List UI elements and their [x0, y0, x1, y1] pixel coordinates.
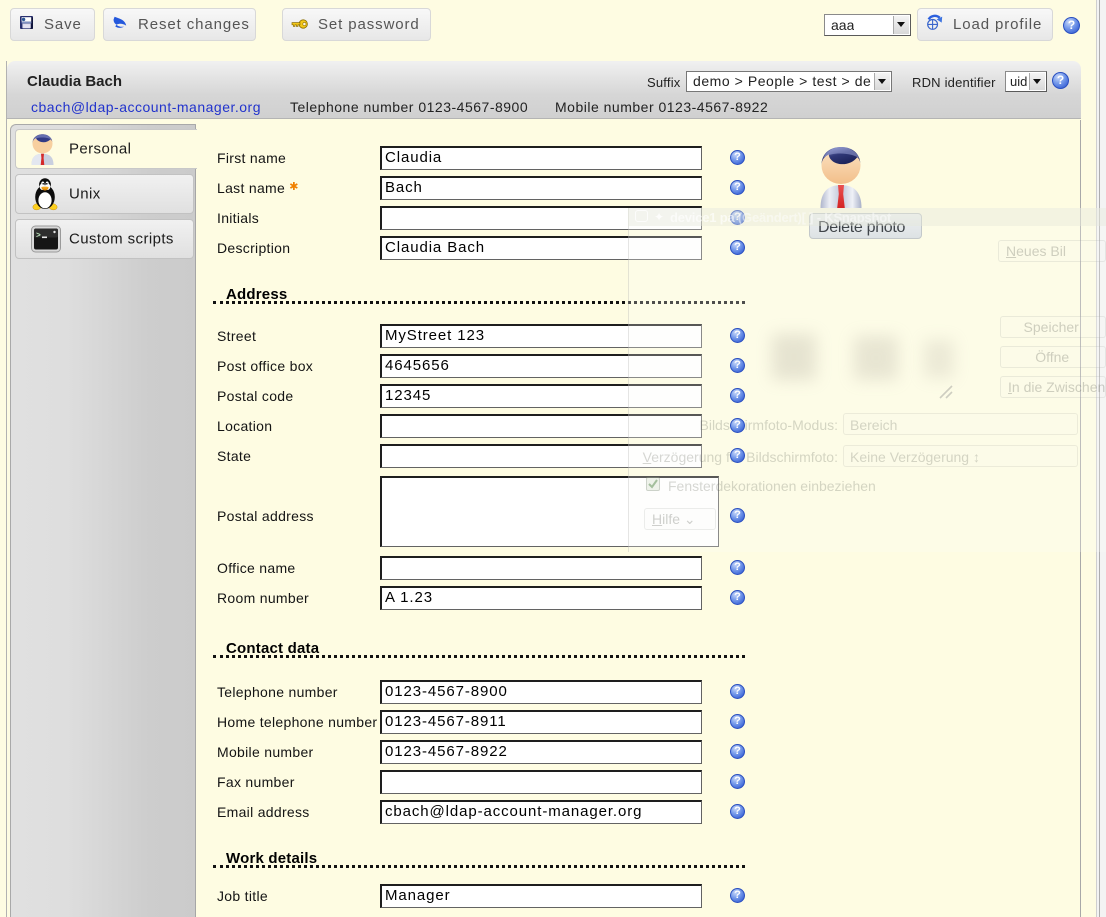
svg-text:>: >: [36, 232, 41, 241]
